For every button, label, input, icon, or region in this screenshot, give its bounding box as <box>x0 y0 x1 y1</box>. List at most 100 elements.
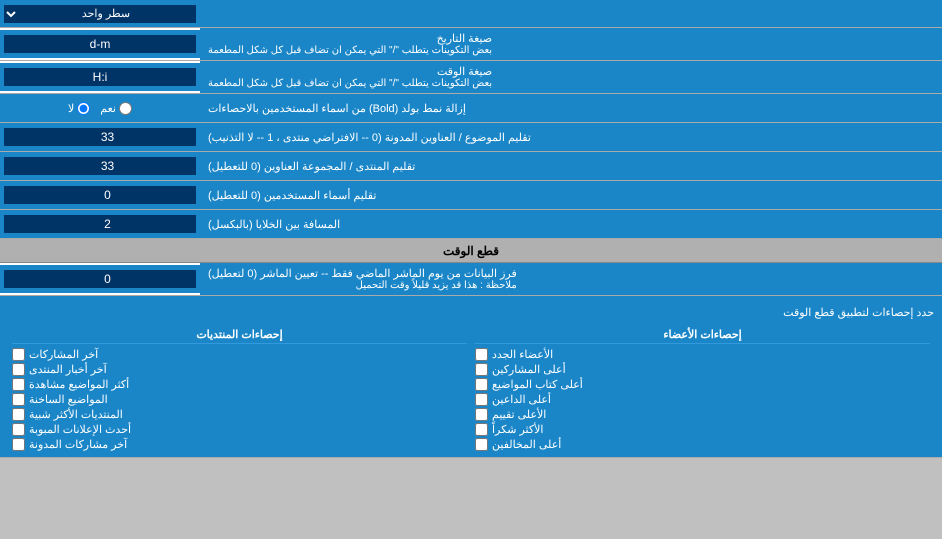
date-format-input-area <box>0 30 200 58</box>
time-format-label-text: صيغة الوقت بعض التكوينات يتطلب "/" التي … <box>208 65 492 89</box>
similar-forums-checkbox[interactable] <box>12 408 25 421</box>
top-topic-writers-label: أعلى كتاب المواضيع <box>492 378 583 391</box>
top-row-label <box>200 7 942 21</box>
top-rated-label: الأعلى تقييم <box>492 408 546 421</box>
forum-order-input-area <box>0 152 200 180</box>
time-cut-row: فرز البيانات من يوم الماشر الماضي فقط --… <box>0 263 942 296</box>
username-trim-input-area <box>0 181 200 209</box>
time-cut-header-text: قطع الوقت <box>443 244 499 258</box>
time-format-input-area <box>0 63 200 91</box>
time-label-line1: صيغة الوقت <box>208 65 492 78</box>
date-format-label-text: صيغة التاريخ بعض التكوينات يتطلب "/" الت… <box>208 32 492 56</box>
blog-posts-checkbox[interactable] <box>12 438 25 451</box>
time-cut-input[interactable] <box>4 270 196 288</box>
checkboxes-grid: إحصاءات الأعضاء الأعضاء الجدد أعلى المشا… <box>8 324 934 453</box>
top-inviters-checkbox[interactable] <box>475 393 488 406</box>
checkbox-hot-topics: المواضيع الساخنة <box>12 393 467 406</box>
cell-space-row: المسافة بين الخلايا (بالبكسل) <box>0 210 942 239</box>
checkbox-top-posters: أعلى المشاركين <box>475 363 930 376</box>
forum-order-row: تقليم المنتدى / المجموعة العناوين (0 للت… <box>0 152 942 181</box>
forum-order-label: تقليم المنتدى / المجموعة العناوين (0 للت… <box>200 152 942 180</box>
bold-remove-row: إزالة نمط بولد (Bold) من اسماء المستخدمي… <box>0 94 942 123</box>
forum-stats-col: إحصاءات المنتديات آخر المشاركات آخر أخبا… <box>8 324 471 453</box>
forum-news-checkbox[interactable] <box>12 363 25 376</box>
checkboxes-header-row: حدد إحصاءات لتطبيق قطع الوقت <box>8 300 934 324</box>
similar-forums-label: المنتديات الأكثر شبية <box>29 408 123 421</box>
time-cut-line1: فرز البيانات من يوم الماشر الماضي فقط --… <box>208 267 517 280</box>
cell-space-label-text: المسافة بين الخلايا (بالبكسل) <box>208 218 340 231</box>
radio-yes-text: نعم <box>100 102 116 115</box>
checkboxes-limit-label: حدد إحصاءات لتطبيق قطع الوقت <box>8 306 934 319</box>
most-thanked-checkbox[interactable] <box>475 423 488 436</box>
member-stats-col: إحصاءات الأعضاء الأعضاء الجدد أعلى المشا… <box>471 324 934 453</box>
topic-order-label-text: تقليم الموضوع / العناوين المدونة (0 -- ا… <box>208 131 531 144</box>
most-viewed-checkbox[interactable] <box>12 378 25 391</box>
checkbox-top-rated: الأعلى تقييم <box>475 408 930 421</box>
cell-space-label: المسافة بين الخلايا (بالبكسل) <box>200 210 942 238</box>
last-posts-checkbox[interactable] <box>12 348 25 361</box>
forum-order-label-text: تقليم المنتدى / المجموعة العناوين (0 للت… <box>208 160 415 173</box>
bold-remove-label: إزالة نمط بولد (Bold) من اسماء المستخدمي… <box>200 94 942 122</box>
radio-yes[interactable] <box>119 102 132 115</box>
bold-remove-label-text: إزالة نمط بولد (Bold) من اسماء المستخدمي… <box>208 102 466 115</box>
checkbox-most-thanked: الأكثر شكراً <box>475 423 930 436</box>
blog-posts-label: آخر مشاركات المدونة <box>29 438 127 451</box>
checkbox-blog-posts: آخر مشاركات المدونة <box>12 438 467 451</box>
checkbox-most-viewed: أكثر المواضيع مشاهدة <box>12 378 467 391</box>
time-cut-label-text: فرز البيانات من يوم الماشر الماضي فقط --… <box>208 267 517 291</box>
radio-no-text: لا <box>68 102 74 115</box>
most-thanked-label: الأكثر شكراً <box>492 423 543 436</box>
member-stats-header: إحصاءات الأعضاء <box>475 326 930 344</box>
top-topic-writers-checkbox[interactable] <box>475 378 488 391</box>
time-format-label: صيغة الوقت بعض التكوينات يتطلب "/" التي … <box>200 61 942 93</box>
forum-order-input[interactable] <box>4 157 196 175</box>
radio-no[interactable] <box>77 102 90 115</box>
display-label <box>934 9 942 21</box>
date-label-line2: بعض التكوينات يتطلب "/" التي يمكن ان تضا… <box>208 45 492 56</box>
topic-order-row: تقليم الموضوع / العناوين المدونة (0 -- ا… <box>0 123 942 152</box>
bold-remove-radio-area: نعم لا <box>0 100 200 117</box>
last-posts-label: آخر المشاركات <box>29 348 98 361</box>
forum-news-label: آخر أخبار المنتدى <box>29 363 107 376</box>
top-inviters-label: أعلى الداعين <box>492 393 551 406</box>
date-format-input[interactable] <box>4 35 196 53</box>
top-violators-checkbox[interactable] <box>475 438 488 451</box>
time-cut-label: فرز البيانات من يوم الماشر الماضي فقط --… <box>200 263 942 295</box>
forum-stats-header: إحصاءات المنتديات <box>12 326 467 344</box>
cell-space-input[interactable] <box>4 215 196 233</box>
date-format-label: صيغة التاريخ بعض التكوينات يتطلب "/" الت… <box>200 28 942 60</box>
checkbox-classifieds: أحدث الإعلانات المبوبة <box>12 423 467 436</box>
topic-order-label: تقليم الموضوع / العناوين المدونة (0 -- ا… <box>200 123 942 151</box>
checkbox-top-violators: أعلى المخالفين <box>475 438 930 451</box>
radio-no-label[interactable]: لا <box>68 102 90 115</box>
checkbox-new-members: الأعضاء الجدد <box>475 348 930 361</box>
new-members-label: الأعضاء الجدد <box>492 348 553 361</box>
classifieds-checkbox[interactable] <box>12 423 25 436</box>
top-row: سطر واحد سطرين ثلاثة أسطر <box>0 0 942 28</box>
checkbox-forum-news: آخر أخبار المنتدى <box>12 363 467 376</box>
new-members-checkbox[interactable] <box>475 348 488 361</box>
time-cut-line2: ملاحظة : هذا قد يزيد قليلاً وقت التحميل <box>208 280 517 291</box>
time-format-input[interactable] <box>4 68 196 86</box>
hot-topics-checkbox[interactable] <box>12 393 25 406</box>
top-posters-label: أعلى المشاركين <box>492 363 566 376</box>
username-trim-input[interactable] <box>4 186 196 204</box>
time-cut-input-area <box>0 265 200 293</box>
date-label-line1: صيغة التاريخ <box>208 32 492 45</box>
top-rated-checkbox[interactable] <box>475 408 488 421</box>
time-format-row: صيغة الوقت بعض التكوينات يتطلب "/" التي … <box>0 61 942 94</box>
top-violators-label: أعلى المخالفين <box>492 438 561 451</box>
top-posters-checkbox[interactable] <box>475 363 488 376</box>
classifieds-label: أحدث الإعلانات المبوبة <box>29 423 131 436</box>
radio-yes-label[interactable]: نعم <box>100 102 132 115</box>
checkbox-similar-forums: المنتديات الأكثر شبية <box>12 408 467 421</box>
most-viewed-label: أكثر المواضيع مشاهدة <box>29 378 129 391</box>
username-trim-row: تقليم أسماء المستخدمين (0 للتعطيل) <box>0 181 942 210</box>
checkbox-last-posts: آخر المشاركات <box>12 348 467 361</box>
topic-order-input[interactable] <box>4 128 196 146</box>
display-select-area: سطر واحد سطرين ثلاثة أسطر <box>0 3 200 25</box>
display-select[interactable]: سطر واحد سطرين ثلاثة أسطر <box>4 5 196 23</box>
checkboxes-section: حدد إحصاءات لتطبيق قطع الوقت إحصاءات الأ… <box>0 296 942 458</box>
time-label-line2: بعض التكوينات يتطلب "/" التي يمكن ان تضا… <box>208 78 492 89</box>
checkbox-top-topic-writers: أعلى كتاب المواضيع <box>475 378 930 391</box>
